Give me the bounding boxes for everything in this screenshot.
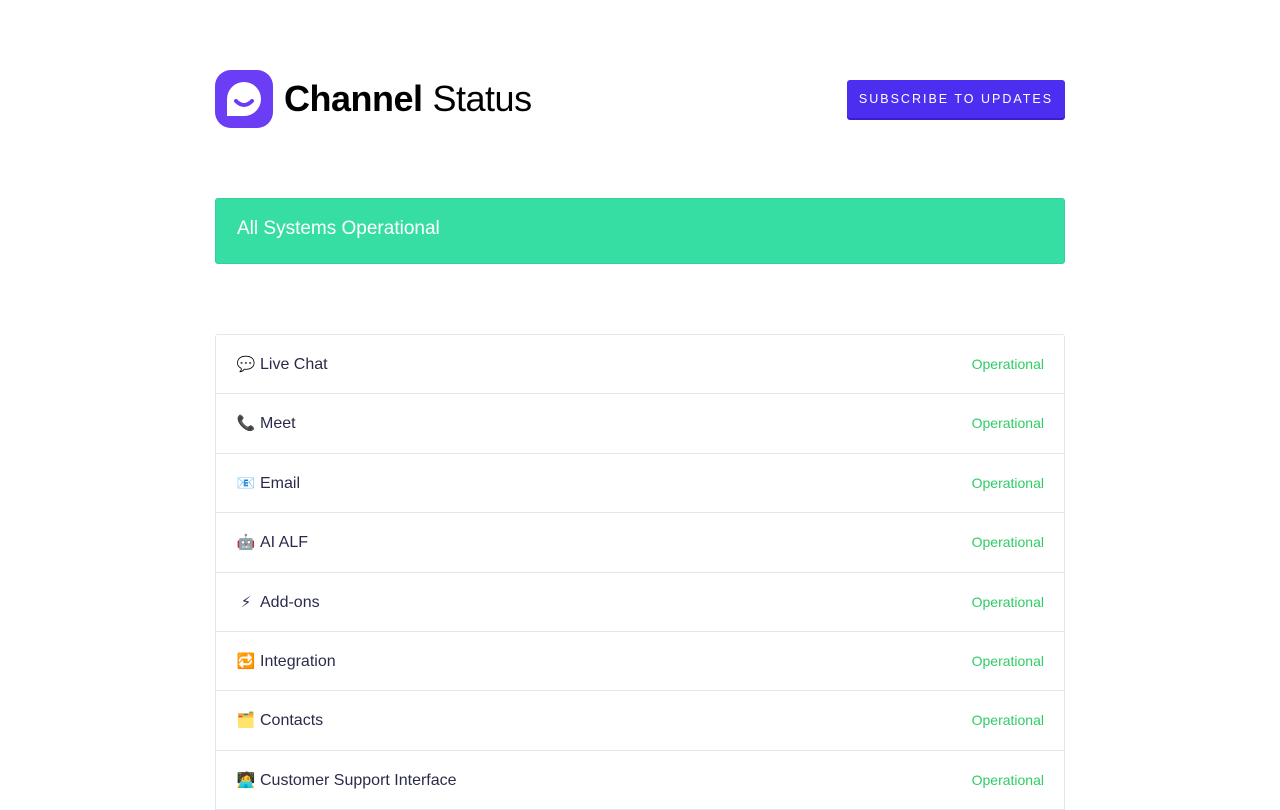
component-row: 💬 Live Chat Operational xyxy=(216,335,1064,395)
channel-logo-icon xyxy=(215,70,273,128)
component-name: Integration xyxy=(260,652,336,670)
logo-text-bold: Channel xyxy=(284,78,423,119)
component-row: 📧 Email Operational xyxy=(216,454,1064,514)
component-name-wrap: 📧 Email xyxy=(236,454,300,513)
status-banner-text: All Systems Operational xyxy=(237,218,440,239)
header: Channel Status Subscribe to Updates xyxy=(215,70,1065,128)
speech-bubble-icon: 💬 xyxy=(236,356,256,373)
component-status: Operational xyxy=(971,652,1044,669)
component-name-wrap: 💬 Live Chat xyxy=(236,335,328,394)
subscribe-button[interactable]: Subscribe to Updates xyxy=(847,80,1065,118)
component-status: Operational xyxy=(971,415,1044,432)
component-status: Operational xyxy=(971,593,1044,610)
component-row: ⚡ Add-ons Operational xyxy=(216,573,1064,632)
repeat-icon: 🔁 xyxy=(236,652,256,670)
email-icon: 📧 xyxy=(236,474,256,492)
logo-wordmark: Channel Status xyxy=(284,70,532,128)
component-name: AI ALF xyxy=(260,534,309,552)
component-status: Operational xyxy=(971,474,1044,491)
component-row: 📞 Meet Operational xyxy=(216,394,1064,454)
component-list: 💬 Live Chat Operational 📞 Meet Operational… xyxy=(215,334,1065,810)
logo-text-light: Status xyxy=(432,78,533,119)
component-row: 🔁 Integration Operational xyxy=(216,632,1064,692)
component-status: Operational xyxy=(971,771,1044,788)
component-name: Customer Support Interface xyxy=(260,771,457,789)
telephone-icon: 📞 xyxy=(236,415,256,433)
status-banner: All Systems Operational xyxy=(215,198,1065,264)
component-name: Live Chat xyxy=(260,356,328,373)
lightning-icon: ⚡ xyxy=(240,593,252,611)
component-name: Contacts xyxy=(260,712,324,730)
component-name-wrap: 📞 Meet xyxy=(236,394,296,453)
component-name: Add-ons xyxy=(260,593,320,611)
logo[interactable]: Channel Status xyxy=(215,70,532,128)
component-row: 🧑‍💻 Customer Support Interface Operationa… xyxy=(216,751,1064,810)
component-status: Operational xyxy=(971,712,1044,729)
card-index-dividers-icon: 🗂️ xyxy=(236,712,256,730)
component-name-wrap: 🤖 AI ALF xyxy=(236,513,308,572)
component-name-wrap: 🔁 Integration xyxy=(236,632,336,691)
robot-icon: 🤖 xyxy=(236,534,256,552)
component-name-wrap: 🗂️ Contacts xyxy=(236,691,323,750)
component-row: 🗂️ Contacts Operational xyxy=(216,691,1064,751)
component-name-wrap: ⚡ Add-ons xyxy=(236,573,320,632)
component-status: Operational xyxy=(971,534,1044,551)
component-name-wrap: 🧑‍💻 Customer Support Interface xyxy=(236,751,457,810)
component-name: Meet xyxy=(260,415,296,433)
component-row: 🤖 AI ALF Operational xyxy=(216,513,1064,573)
component-status: Operational xyxy=(971,356,1044,372)
technologist-icon: 🧑‍💻 xyxy=(236,771,256,789)
component-name: Email xyxy=(260,474,301,492)
